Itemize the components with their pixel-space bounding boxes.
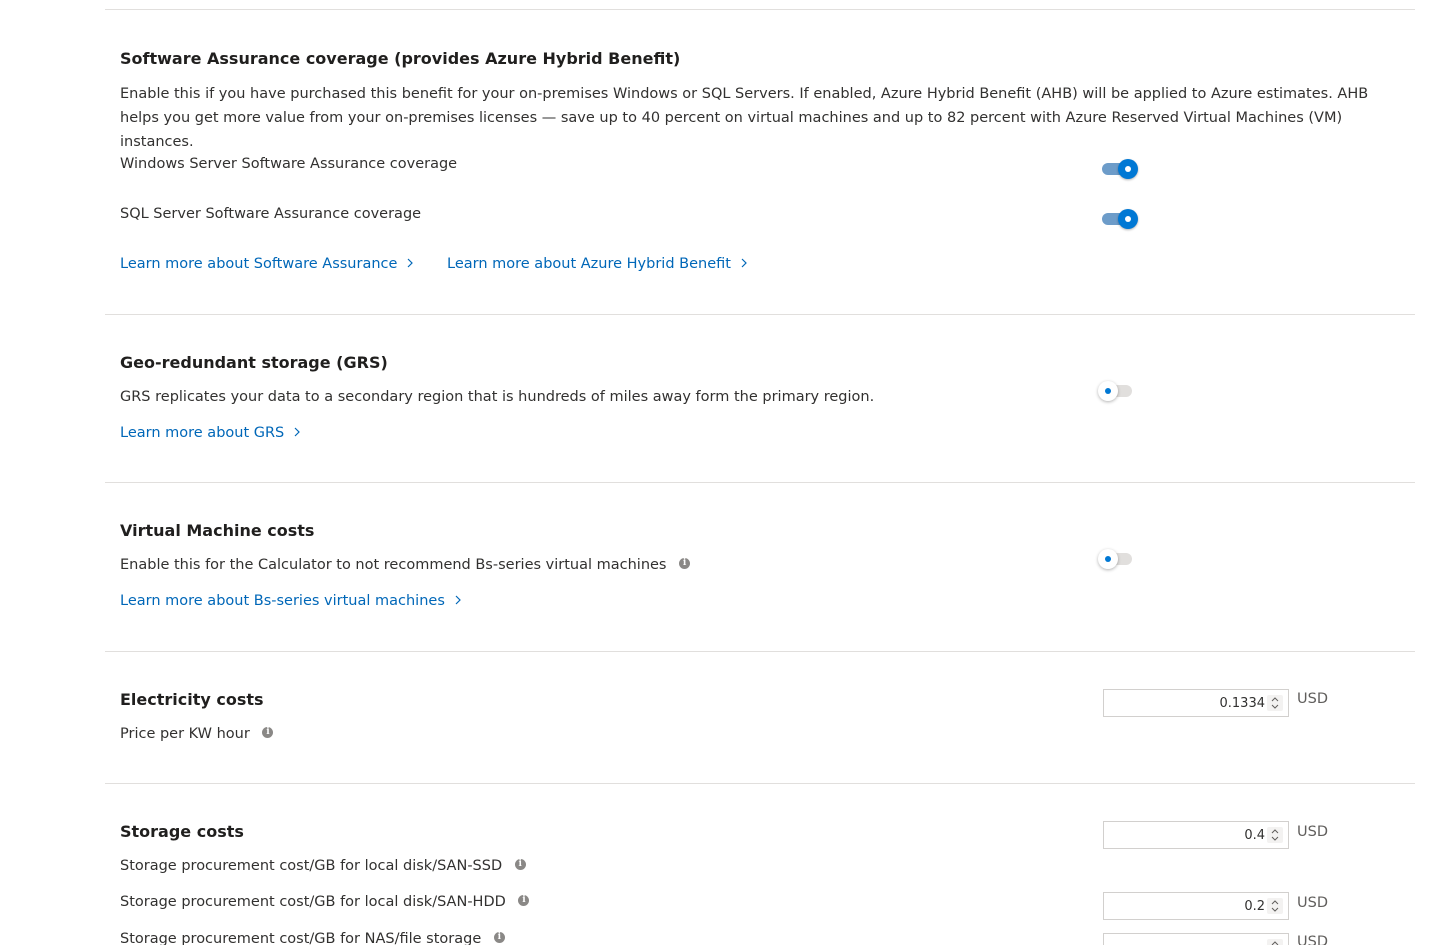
storage-ssd-input[interactable]: 0.4 [1103, 821, 1289, 849]
vm-costs-description: Enable this for the Calculator to not re… [120, 557, 691, 573]
grs-link[interactable]: Learn more about GRS [120, 425, 302, 441]
sql-sa-label: SQL Server Software Assurance coverage [120, 206, 422, 222]
chevron-right-icon [294, 427, 301, 437]
chevron-right-icon [408, 258, 414, 268]
spinner-icon[interactable] [1267, 898, 1283, 914]
info-icon[interactable]: i [262, 727, 274, 738]
vm-costs-title: Virtual Machine costs [120, 521, 315, 540]
windows-sa-toggle[interactable] [1102, 157, 1142, 181]
spinner-icon[interactable] [1267, 695, 1283, 711]
chevron-right-icon [741, 258, 747, 268]
section-divider [105, 651, 1415, 652]
electricity-unit: USD [1297, 691, 1328, 707]
storage-title: Storage costs [120, 822, 244, 841]
storage-nas-label-text: Storage procurement cost/GB for NAS/file… [120, 931, 482, 945]
azure-hybrid-benefit-link[interactable]: Learn more about Azure Hybrid Benefit [447, 256, 749, 272]
bs-series-link-label: Learn more about Bs-series virtual machi… [120, 593, 445, 609]
vm-costs-description-text: Enable this for the Calculator to not re… [120, 557, 667, 573]
section-divider [105, 783, 1415, 784]
sql-sa-toggle[interactable] [1102, 207, 1142, 231]
electricity-title: Electricity costs [120, 690, 264, 709]
storage-ssd-label-text: Storage procurement cost/GB for local di… [120, 858, 503, 874]
storage-hdd-value: 0.2 [1244, 899, 1265, 914]
grs-link-label: Learn more about GRS [120, 425, 285, 441]
electricity-label: Price per KW hour i [120, 726, 274, 742]
electricity-price-value: 0.1334 [1219, 696, 1266, 711]
electricity-price-input[interactable]: 0.1334 [1103, 689, 1289, 717]
storage-hdd-input[interactable]: 0.2 [1103, 892, 1289, 920]
settings-page: Software Assurance coverage (provides Az… [0, 0, 1430, 945]
spinner-icon[interactable] [1267, 827, 1283, 843]
software-assurance-title: Software Assurance coverage (provides Az… [120, 49, 681, 68]
storage-ssd-label: Storage procurement cost/GB for local di… [120, 858, 526, 874]
section-divider [105, 314, 1415, 315]
info-icon[interactable]: i [679, 558, 691, 569]
grs-description: GRS replicates your data to a secondary … [120, 389, 875, 405]
section-divider [105, 482, 1415, 483]
grs-title: Geo-redundant storage (GRS) [120, 353, 388, 372]
software-assurance-description: Enable this if you have purchased this b… [120, 86, 1369, 150]
azure-hybrid-benefit-link-label: Learn more about Azure Hybrid Benefit [447, 256, 731, 272]
storage-hdd-unit: USD [1297, 895, 1328, 911]
chevron-right-icon [455, 595, 461, 605]
storage-ssd-unit: USD [1297, 824, 1328, 840]
software-assurance-link-label: Learn more about Software Assurance [120, 256, 398, 272]
storage-ssd-value: 0.4 [1244, 828, 1265, 843]
storage-nas-label: Storage procurement cost/GB for NAS/file… [120, 931, 505, 945]
software-assurance-link[interactable]: Learn more about Software Assurance [120, 256, 415, 272]
info-icon[interactable]: i [518, 895, 530, 906]
bs-series-link[interactable]: Learn more about Bs-series virtual machi… [120, 593, 463, 609]
spinner-icon[interactable] [1267, 939, 1283, 945]
storage-hdd-label-text: Storage procurement cost/GB for local di… [120, 894, 506, 910]
electricity-label-text: Price per KW hour [120, 726, 250, 742]
info-icon[interactable]: i [514, 859, 526, 870]
storage-hdd-label: Storage procurement cost/GB for local di… [120, 894, 530, 910]
vm-costs-toggle[interactable] [1098, 547, 1138, 571]
info-icon[interactable]: i [493, 932, 505, 943]
grs-toggle[interactable] [1098, 379, 1138, 403]
storage-nas-input[interactable] [1103, 933, 1289, 945]
storage-nas-unit: USD [1297, 934, 1328, 945]
windows-sa-label: Windows Server Software Assurance covera… [120, 156, 458, 172]
section-divider [105, 9, 1415, 10]
